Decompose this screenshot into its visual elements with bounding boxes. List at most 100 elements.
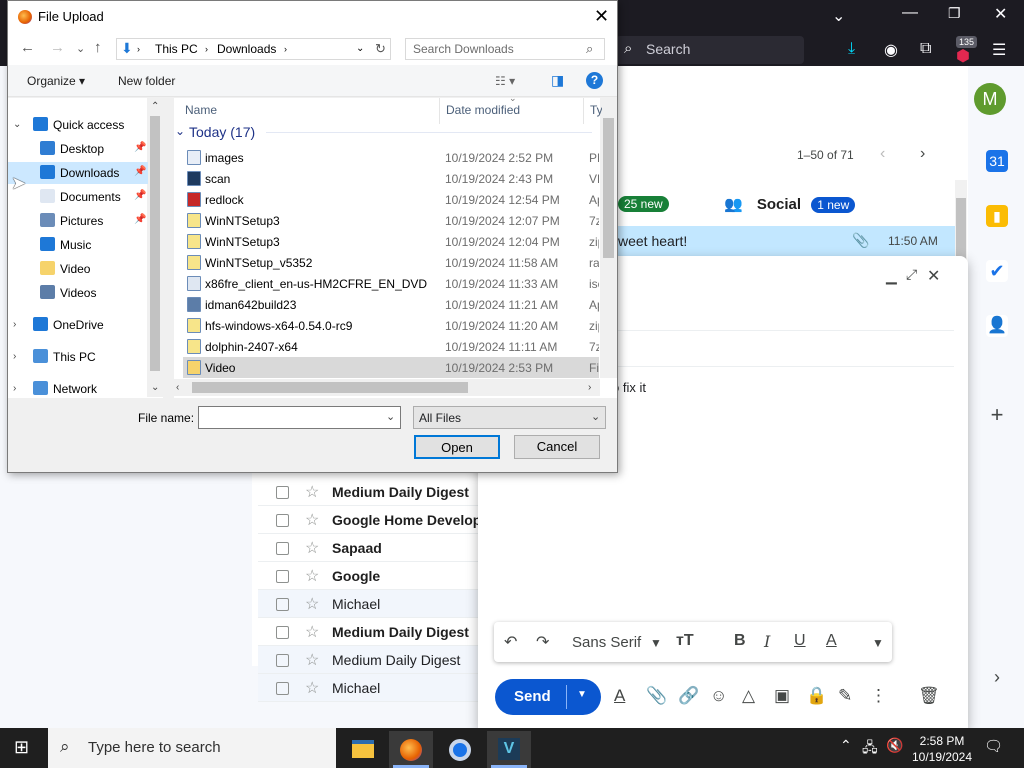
attach-icon[interactable]: 📎 <box>646 686 667 706</box>
extensions-icon[interactable]: ⧉ <box>920 40 931 58</box>
drive-icon[interactable]: △ <box>742 686 755 706</box>
file-explorer-app[interactable] <box>340 731 384 768</box>
confidential-icon[interactable]: 🔒 <box>806 686 827 706</box>
group-header[interactable]: Today (17) <box>189 124 255 140</box>
undo-icon[interactable]: ↶ <box>504 632 517 652</box>
nav-item[interactable]: Music <box>8 234 148 256</box>
expand-chevron-icon[interactable]: › <box>13 319 16 330</box>
column-type-header[interactable]: Ty <box>590 103 602 117</box>
star-icon[interactable]: ☆ <box>305 622 319 642</box>
notifications-icon[interactable]: 🗨 <box>984 737 1003 755</box>
font-select[interactable]: Sans Serif <box>572 634 641 651</box>
selected-mail-row[interactable]: weet heart! 📎 11:50 AM <box>610 226 955 256</box>
open-button[interactable]: Open <box>414 435 500 459</box>
mail-row[interactable]: ☆ Google <box>258 562 480 590</box>
minimize-compose-icon[interactable]: ▁ <box>886 268 897 285</box>
column-name-header[interactable]: Name <box>185 103 217 117</box>
menu-icon[interactable]: ☰ <box>992 40 1006 60</box>
organize-button[interactable]: Organize ▾ <box>27 74 85 88</box>
signature-icon[interactable]: ✎ <box>838 686 852 706</box>
more-formatting-icon[interactable]: ▼ <box>872 636 884 650</box>
row-checkbox[interactable] <box>276 626 289 639</box>
nav-item[interactable]: › This PC <box>8 346 148 368</box>
downloads-icon[interactable]: ⤓ <box>848 40 855 58</box>
file-row[interactable]: redlock 10/19/2024 12:54 PM Ap <box>183 189 599 210</box>
tab-social[interactable]: 👥 Social 1 new <box>724 195 856 213</box>
star-icon[interactable]: ☆ <box>305 538 319 558</box>
file-name-dropdown-icon[interactable]: ⌄ <box>386 410 395 423</box>
forward-arrow-icon[interactable]: → <box>50 39 65 56</box>
file-row[interactable]: Video 10/19/2024 2:53 PM Fi <box>183 357 599 378</box>
file-row[interactable]: x86fre_client_en-us-HM2CFRE_EN_DVD 10/19/… <box>183 273 599 294</box>
search-downloads-input[interactable]: Search Downloads ⌕ <box>405 38 605 60</box>
star-icon[interactable]: ☆ <box>305 566 319 586</box>
view-options-icon[interactable]: ☷ ▾ <box>495 74 515 88</box>
avatar[interactable]: M <box>974 83 1006 115</box>
hscroll-right-icon[interactable]: › <box>588 382 591 393</box>
redo-icon[interactable]: ↷ <box>536 632 549 652</box>
mail-row[interactable]: ☆ Michael <box>258 674 480 702</box>
send-button[interactable]: Send ▼ <box>495 679 601 715</box>
nav-item[interactable]: Downloads 📌 <box>8 162 148 184</box>
row-checkbox[interactable] <box>276 654 289 667</box>
mail-row[interactable]: ☆ Medium Daily Digest <box>258 646 480 674</box>
nav-item[interactable]: Videos <box>8 282 148 304</box>
back-arrow-icon[interactable]: ← <box>20 39 35 56</box>
keep-icon[interactable]: ▮ <box>986 205 1008 227</box>
file-row[interactable]: WinNTSetup3 10/19/2024 12:07 PM 7z <box>183 210 599 231</box>
next-page-icon[interactable]: › <box>920 145 925 163</box>
minimize-icon[interactable]: — <box>902 4 918 22</box>
text-size-icon[interactable]: тT <box>676 632 694 650</box>
more-options-icon[interactable]: ⋮ <box>870 686 887 706</box>
star-icon[interactable]: ☆ <box>305 510 319 530</box>
group-collapse-icon[interactable]: ⌄ <box>175 124 185 138</box>
network-icon[interactable]: 🖧 <box>862 737 878 761</box>
nav-scroll-thumb[interactable] <box>150 116 160 371</box>
row-checkbox[interactable] <box>276 570 289 583</box>
close-window-icon[interactable]: ✕ <box>994 4 1007 24</box>
column-divider[interactable] <box>583 98 584 124</box>
ublock-icon[interactable]: ⬢ <box>956 46 970 66</box>
vnc-app[interactable]: V <box>487 731 531 768</box>
nav-item[interactable]: Documents 📌 <box>8 186 148 208</box>
file-vscrollbar[interactable] <box>600 98 617 378</box>
expand-panel-icon[interactable]: › <box>986 666 1008 688</box>
underline-icon[interactable]: U <box>794 632 806 650</box>
file-vscroll-thumb[interactable] <box>603 118 614 258</box>
calendar-icon[interactable]: 31 <box>986 150 1008 172</box>
discard-icon[interactable]: 🗑 <box>918 686 940 706</box>
emoji-icon[interactable]: ☺ <box>710 686 727 706</box>
mail-row[interactable]: ☆ Sapaad <box>258 534 480 562</box>
dialog-close-icon[interactable]: ✕ <box>594 6 609 27</box>
help-icon[interactable]: ? <box>586 72 603 89</box>
italic-icon[interactable]: I <box>764 632 770 651</box>
mail-row[interactable]: ☆ Google Home Develop <box>258 506 481 534</box>
row-checkbox[interactable] <box>276 542 289 555</box>
windows-start-icon[interactable]: ⊞ <box>14 737 29 758</box>
tab-primary-badge-area[interactable]: 25 new <box>618 195 669 212</box>
star-icon[interactable]: ☆ <box>305 594 319 614</box>
preview-pane-icon[interactable]: ◨ <box>551 72 564 89</box>
row-checkbox[interactable] <box>276 486 289 499</box>
file-type-select[interactable]: All Files ⌄ <box>413 406 606 429</box>
taskbar-clock[interactable]: 2:58 PM 10/19/2024 <box>910 733 974 765</box>
breadcrumb-this-pc[interactable]: This PC <box>155 42 198 56</box>
nav-item[interactable]: Video <box>8 258 148 280</box>
file-row[interactable]: scan 10/19/2024 2:43 PM VE <box>183 168 599 189</box>
file-row[interactable]: images 10/19/2024 2:52 PM PN <box>183 147 599 168</box>
font-dropdown-icon[interactable]: ▼ <box>650 636 662 650</box>
prev-page-icon[interactable]: ‹ <box>880 145 885 163</box>
volume-muted-icon[interactable]: 🔇 <box>886 737 903 754</box>
address-bar[interactable]: ⬇ › This PC › Downloads › ⌄ ↻ <box>116 38 391 60</box>
firefox-app[interactable] <box>389 731 433 768</box>
link-icon[interactable]: 🔗 <box>678 686 699 706</box>
file-row[interactable]: hfs-windows-x64-0.54.0-rc9 10/19/2024 11:… <box>183 315 599 336</box>
column-date-header[interactable]: Date modified <box>446 103 520 117</box>
formatting-options-icon[interactable]: A <box>614 686 625 706</box>
row-checkbox[interactable] <box>276 682 289 695</box>
tray-chevron-icon[interactable]: ⌃ <box>840 737 852 754</box>
mail-row[interactable]: ☆ Michael <box>258 590 480 618</box>
file-name-input[interactable]: ⌄ <box>198 406 401 429</box>
recent-dropdown-icon[interactable]: ⌄ <box>76 42 85 55</box>
hscroll-left-icon[interactable]: ‹ <box>176 382 179 393</box>
